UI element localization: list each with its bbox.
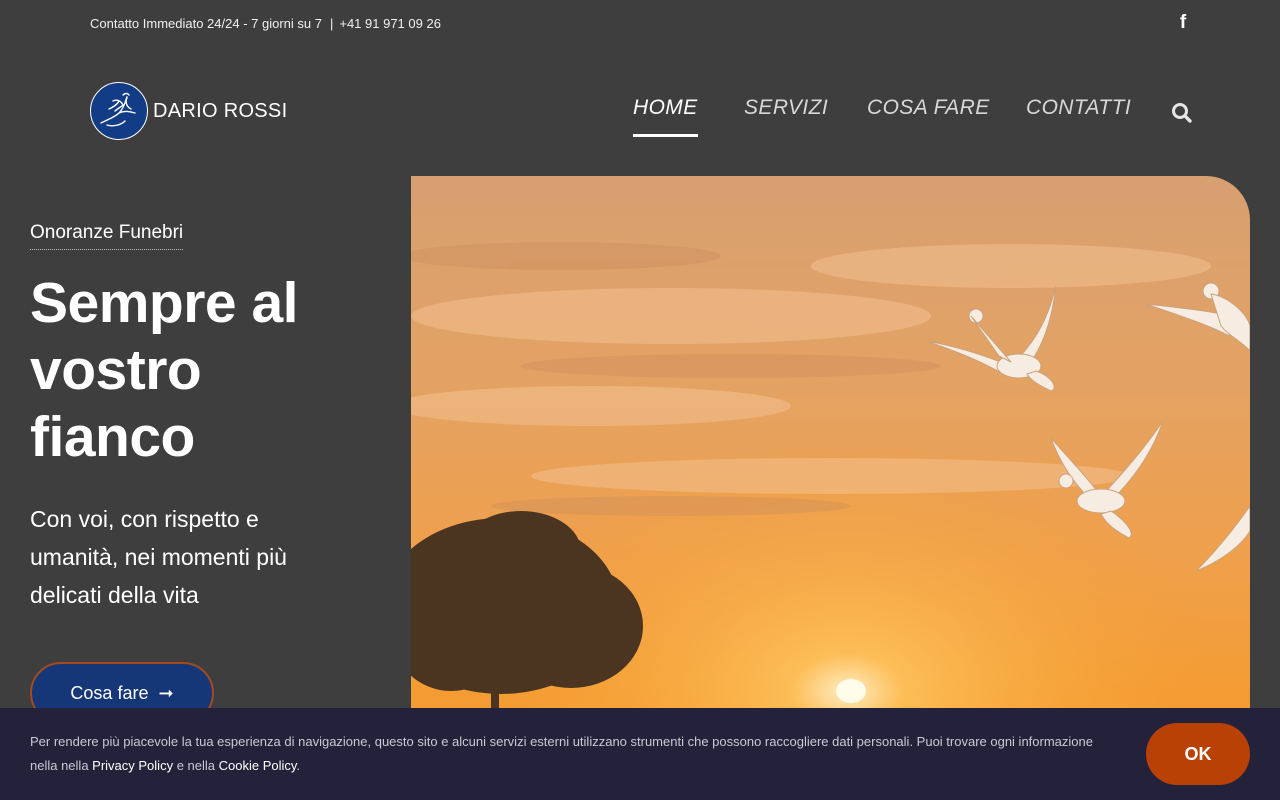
facebook-icon[interactable]: f <box>1174 12 1192 36</box>
phone-link[interactable]: +41 91 971 09 26 <box>339 16 441 31</box>
contact-text: Contatto Immediato 24/24 - 7 giorni su 7 <box>90 16 322 31</box>
contact-info: Contatto Immediato 24/24 - 7 giorni su 7… <box>90 16 441 31</box>
nav-item-home[interactable]: HOME <box>633 96 698 137</box>
hero-image <box>411 176 1250 736</box>
cookie-ok-button[interactable]: OK <box>1146 723 1250 785</box>
nav-item-cosa-fare[interactable]: COSA FARE <box>867 96 990 120</box>
hero-headline: Sempre al vostro fianco <box>30 271 298 469</box>
hero-eyebrow: Onoranze Funebri <box>30 222 184 250</box>
hero-subheadline: Con voi, con rispetto e umanità, nei mom… <box>30 506 287 608</box>
brand-name: DARIO ROSSI <box>153 99 288 122</box>
nav-item-servizi[interactable]: SERVIZI <box>744 96 828 120</box>
cta-label: Cosa fare <box>70 682 149 703</box>
cookie-banner: Per rendere più piacevole la tua esperie… <box>0 708 1280 800</box>
cookie-policy-link[interactable]: Cookie Policy <box>219 758 297 773</box>
top-bar: Contatto Immediato 24/24 - 7 giorni su 7… <box>0 0 1280 48</box>
arrow-right-icon: ➞ <box>158 682 174 703</box>
cookie-text: Per rendere più piacevole la tua esperie… <box>30 730 1120 778</box>
cookie-message-end: . <box>296 758 301 773</box>
nav-item-contatti[interactable]: CONTATTI <box>1026 96 1131 120</box>
dove-icon <box>90 82 148 140</box>
separator: | <box>329 16 334 31</box>
privacy-policy-link[interactable]: Privacy Policy <box>92 758 173 773</box>
cookie-message-middle: e nella <box>173 758 219 773</box>
search-icon[interactable] <box>1171 102 1193 124</box>
site-logo[interactable]: DARIO ROSSI <box>90 81 287 141</box>
